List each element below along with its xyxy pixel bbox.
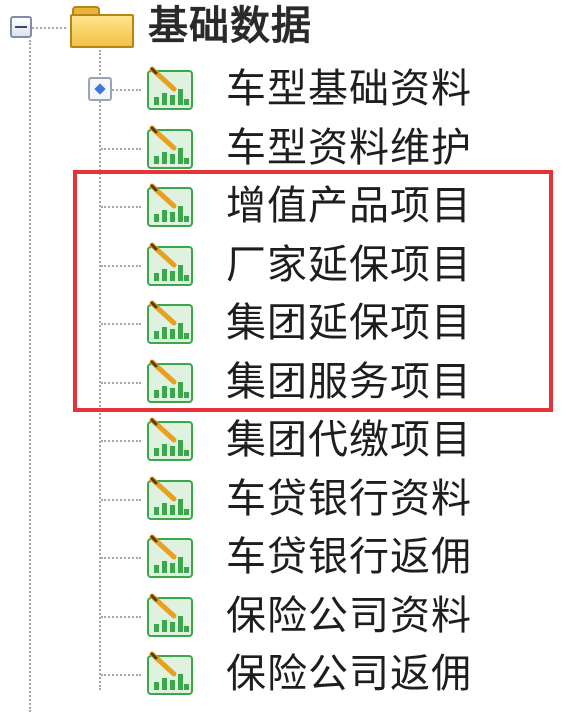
tree-connector bbox=[101, 323, 141, 325]
report-chart-icon bbox=[144, 182, 196, 230]
report-chart-icon bbox=[144, 475, 196, 523]
tree-item-label[interactable]: 厂家延保项目 bbox=[226, 241, 472, 289]
tree-connector bbox=[101, 147, 141, 150]
tree-connector bbox=[101, 264, 141, 267]
report-chart-icon bbox=[144, 592, 196, 640]
report-chart-icon bbox=[144, 65, 196, 113]
tree-guide-line-children bbox=[99, 50, 101, 690]
folder-icon bbox=[70, 4, 134, 48]
minus-icon bbox=[15, 26, 27, 28]
tree-item-label[interactable]: 车型资料维护 bbox=[226, 124, 472, 172]
report-chart-icon bbox=[144, 124, 196, 172]
report-chart-icon bbox=[144, 533, 196, 581]
diamond-icon bbox=[94, 83, 106, 95]
tree-connector bbox=[101, 206, 141, 208]
report-chart-icon bbox=[144, 358, 196, 406]
tree-item-label[interactable]: 车贷银行资料 bbox=[226, 475, 472, 523]
tree-item-label[interactable]: 保险公司资料 bbox=[226, 592, 472, 640]
tree-item-label[interactable]: 集团服务项目 bbox=[226, 358, 472, 406]
tree-connector bbox=[101, 498, 141, 501]
navigation-tree: 基础数据 车型基础资料 车型资料维护 增值产品项目 厂家延保项目 集团延保项目 集团服务项… bbox=[0, 0, 574, 712]
tree-item-label[interactable]: 集团代缴项目 bbox=[226, 416, 472, 464]
tree-item-label[interactable]: 保险公司返佣 bbox=[226, 650, 472, 698]
tree-guide-line-outer bbox=[29, 40, 31, 712]
tree-item-label[interactable]: 车型基础资料 bbox=[226, 65, 472, 113]
tree-connector-root bbox=[32, 27, 66, 29]
tree-item-label[interactable]: 增值产品项目 bbox=[226, 182, 472, 230]
expand-toggle-item[interactable] bbox=[88, 77, 112, 101]
report-chart-icon bbox=[144, 650, 196, 698]
tree-connector bbox=[101, 440, 141, 442]
tree-connector bbox=[101, 674, 141, 676]
tree-connector bbox=[101, 615, 141, 618]
report-chart-icon bbox=[144, 299, 196, 347]
report-chart-icon bbox=[144, 416, 196, 464]
tree-item-label[interactable]: 集团延保项目 bbox=[226, 299, 472, 347]
collapse-toggle-root[interactable] bbox=[10, 16, 32, 38]
tree-root-label[interactable]: 基础数据 bbox=[148, 2, 312, 50]
tree-item-label[interactable]: 车贷银行返佣 bbox=[226, 533, 472, 581]
report-chart-icon bbox=[144, 241, 196, 289]
tree-connector bbox=[101, 381, 141, 384]
tree-connector bbox=[101, 557, 141, 559]
